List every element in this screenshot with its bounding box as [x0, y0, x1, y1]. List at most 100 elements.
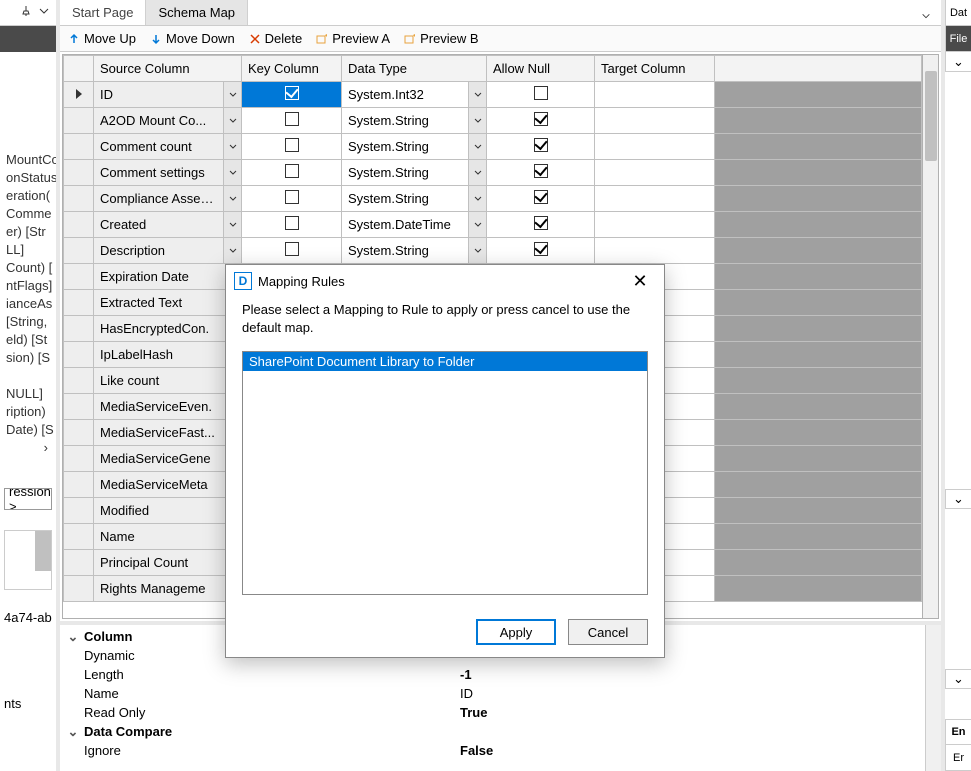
key-cell[interactable] — [242, 186, 342, 212]
target-cell[interactable] — [595, 212, 715, 238]
move-up-button[interactable]: Move Up — [68, 31, 136, 46]
source-cell[interactable]: Name — [94, 524, 242, 550]
col-target[interactable]: Target Column — [595, 56, 715, 82]
prop-value[interactable]: -1 — [460, 667, 919, 682]
checkbox[interactable] — [534, 242, 548, 256]
delete-button[interactable]: Delete — [249, 31, 303, 46]
target-cell[interactable] — [595, 82, 715, 108]
target-cell[interactable] — [595, 186, 715, 212]
apply-button[interactable]: Apply — [476, 619, 556, 645]
list-item[interactable]: MountCo — [0, 152, 56, 170]
col-key[interactable]: Key Column — [242, 56, 342, 82]
key-cell[interactable] — [242, 108, 342, 134]
prop-value[interactable]: True — [460, 705, 919, 720]
dropdown-icon[interactable] — [223, 212, 241, 237]
datatype-cell[interactable]: System.String — [342, 186, 487, 212]
cancel-button[interactable]: Cancel — [568, 619, 648, 645]
table-row[interactable]: CreatedSystem.DateTime — [64, 212, 922, 238]
table-row[interactable]: Compliance Asset ... System.String — [64, 186, 922, 212]
col-datatype[interactable]: Data Type — [342, 56, 487, 82]
dropdown-icon[interactable] — [468, 186, 486, 211]
list-item[interactable]: NULL] — [0, 386, 56, 404]
dialog-titlebar[interactable]: D Mapping Rules ✕ — [226, 265, 664, 297]
source-cell[interactable]: Comment settings — [94, 160, 242, 186]
source-cell[interactable]: ID — [94, 82, 242, 108]
checkbox[interactable] — [534, 112, 548, 126]
datatype-cell[interactable]: System.String — [342, 238, 487, 264]
source-cell[interactable]: Description — [94, 238, 242, 264]
datatype-cell[interactable]: System.Int32 — [342, 82, 487, 108]
tab-schema-map[interactable]: Schema Map — [146, 0, 248, 25]
list-item[interactable]: Count) [ — [0, 260, 56, 278]
chevron-down-icon[interactable]: ⌄ — [953, 491, 964, 507]
checkbox[interactable] — [534, 190, 548, 204]
datatype-cell[interactable]: System.String — [342, 160, 487, 186]
preview-a-button[interactable]: Preview A — [316, 31, 390, 46]
dropdown-icon[interactable] — [223, 108, 241, 133]
source-cell[interactable]: Comment count — [94, 134, 242, 160]
list-item[interactable]: ntFlags] — [0, 278, 56, 296]
col-allownull[interactable]: Allow Null — [487, 56, 595, 82]
source-cell[interactable]: MediaServiceGene — [94, 446, 242, 472]
list-item[interactable]: Comme — [0, 206, 56, 224]
expression-input[interactable]: ression > — [4, 488, 52, 510]
source-cell[interactable]: A2OD Mount Co... — [94, 108, 242, 134]
table-row[interactable]: Description System.String — [64, 238, 922, 264]
allownull-cell[interactable] — [487, 186, 595, 212]
prop-key[interactable]: Read Only — [80, 705, 460, 720]
dropdown-icon[interactable] — [468, 108, 486, 133]
dropdown-icon[interactable] — [223, 186, 241, 211]
dropdown-icon[interactable] — [223, 134, 241, 159]
dropdown-icon[interactable] — [468, 212, 486, 237]
target-cell[interactable] — [595, 108, 715, 134]
checkbox[interactable] — [285, 242, 299, 256]
source-cell[interactable]: MediaServiceFast... — [94, 420, 242, 446]
chevron-down-icon[interactable]: ⌄ — [953, 671, 964, 687]
key-cell[interactable] — [242, 82, 342, 108]
checkbox[interactable] — [285, 86, 299, 100]
prop-key[interactable]: Name — [80, 686, 460, 701]
checkbox[interactable] — [285, 138, 299, 152]
allownull-cell[interactable] — [487, 238, 595, 264]
dropdown-icon[interactable] — [468, 238, 486, 263]
list-item[interactable]: [String, — [0, 314, 56, 332]
allownull-cell[interactable] — [487, 134, 595, 160]
list-item[interactable]: ianceAs — [0, 296, 56, 314]
right-tab-dat[interactable]: Dat — [945, 0, 971, 26]
list-item[interactable]: LL] — [0, 242, 56, 260]
move-down-button[interactable]: Move Down — [150, 31, 235, 46]
source-cell[interactable]: Extracted Text — [94, 290, 242, 316]
dropdown-icon[interactable] — [223, 160, 241, 185]
checkbox[interactable] — [285, 112, 299, 126]
source-cell[interactable]: Rights Manageme — [94, 576, 242, 602]
close-icon[interactable]: ✕ — [624, 265, 656, 297]
source-cell[interactable]: MediaServiceEven. — [94, 394, 242, 420]
datatype-cell[interactable]: System.String — [342, 108, 487, 134]
right-tab-file[interactable]: File — [945, 26, 971, 52]
preview-b-button[interactable]: Preview B — [404, 31, 479, 46]
tab-start-page[interactable]: Start Page — [60, 0, 146, 25]
list-item[interactable]: sion) [S — [0, 350, 56, 368]
mapping-option[interactable]: SharePoint Document Library to Folder — [243, 352, 647, 371]
checkbox[interactable] — [285, 164, 299, 178]
dropdown-icon[interactable] — [38, 5, 50, 20]
dropdown-icon[interactable] — [223, 238, 241, 263]
source-cell[interactable]: Created — [94, 212, 242, 238]
collapse-icon[interactable]: ⌄ — [66, 629, 80, 645]
source-cell[interactable]: HasEncryptedCon. — [94, 316, 242, 342]
source-cell[interactable]: Modified — [94, 498, 242, 524]
list-item[interactable]: er) [Str — [0, 224, 56, 242]
key-cell[interactable] — [242, 160, 342, 186]
target-cell[interactable] — [595, 160, 715, 186]
source-cell[interactable]: Compliance Asset ... — [94, 186, 242, 212]
scrollbar-thumb[interactable] — [35, 531, 51, 571]
prop-key[interactable]: Ignore — [80, 743, 460, 758]
allownull-cell[interactable] — [487, 212, 595, 238]
table-row[interactable]: Comment countSystem.String — [64, 134, 922, 160]
source-cell[interactable]: IpLabelHash — [94, 342, 242, 368]
dropdown-icon[interactable] — [468, 134, 486, 159]
table-row[interactable]: Comment settings System.String — [64, 160, 922, 186]
target-cell[interactable] — [595, 134, 715, 160]
mapping-list[interactable]: SharePoint Document Library to Folder — [242, 351, 648, 595]
pin-icon[interactable] — [20, 5, 32, 20]
